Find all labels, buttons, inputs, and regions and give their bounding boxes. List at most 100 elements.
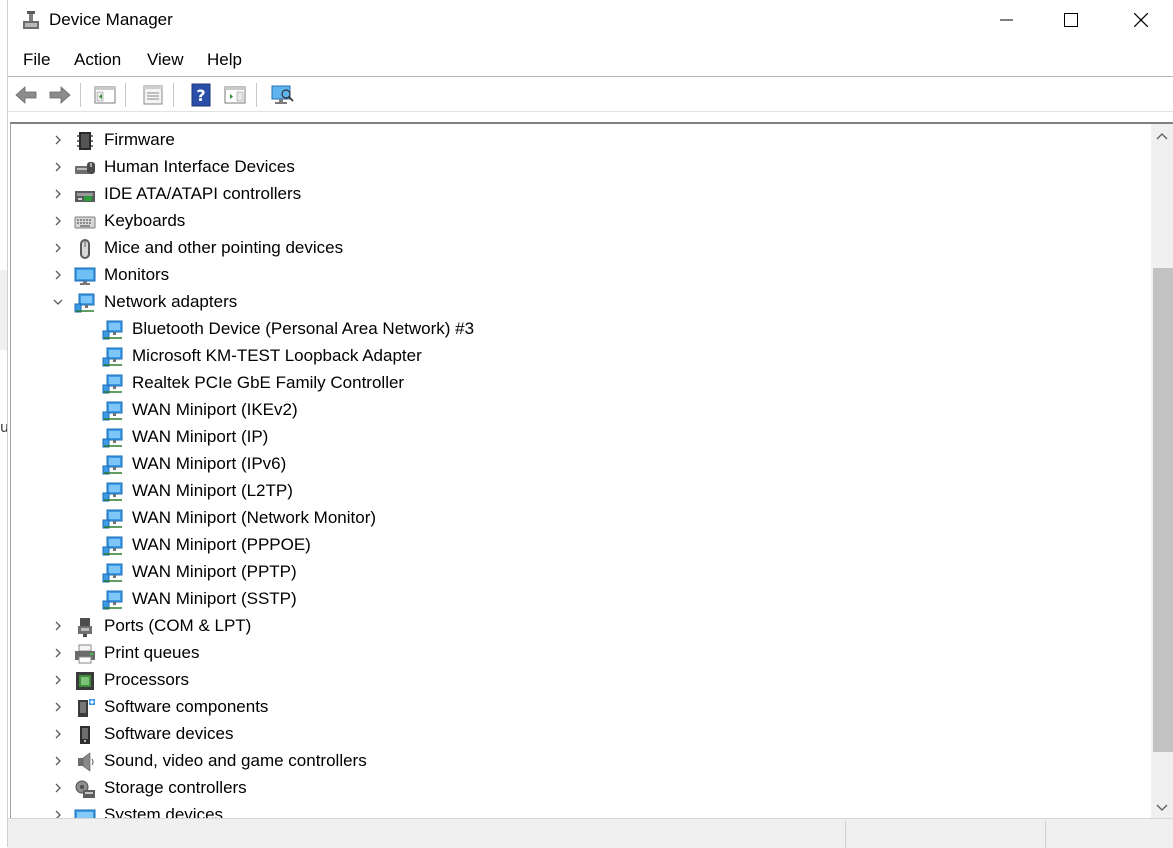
network-adapter-icon <box>102 536 123 556</box>
device-label: Storage controllers <box>104 778 247 797</box>
device-category-row[interactable]: Keyboards <box>11 208 1151 235</box>
device-category-row[interactable]: IDE ATA/ATAPI controllers <box>11 181 1151 208</box>
vertical-scrollbar[interactable] <box>1151 124 1173 820</box>
console-tree-icon <box>94 86 116 104</box>
chevron-right-icon[interactable] <box>53 135 63 145</box>
help-button[interactable]: ? <box>186 80 216 110</box>
device-category-row[interactable]: Print queues <box>11 640 1151 667</box>
device-category-row[interactable]: Processors <box>11 667 1151 694</box>
status-bar <box>8 818 1173 848</box>
chevron-right-icon[interactable] <box>53 162 63 172</box>
keyboard-icon <box>74 216 96 229</box>
mouse-icon <box>80 239 90 259</box>
device-category-row[interactable]: Storage controllers <box>11 775 1151 802</box>
device-category-row[interactable]: Monitors <box>11 262 1151 289</box>
printer-icon <box>75 644 95 664</box>
device-row[interactable]: WAN Miniport (IP) <box>11 424 1151 451</box>
show-hide-console-tree-button[interactable] <box>90 80 120 110</box>
forward-arrow-icon <box>49 86 71 104</box>
minimize-button[interactable] <box>984 0 1030 40</box>
device-label: WAN Miniport (Network Monitor) <box>132 508 377 527</box>
background-window-strip <box>0 270 7 350</box>
device-category-row[interactable]: Mice and other pointing devices <box>11 235 1151 262</box>
device-category-row[interactable]: Ports (COM & LPT) <box>11 613 1151 640</box>
device-row[interactable]: WAN Miniport (IKEv2) <box>11 397 1151 424</box>
device-label: IDE ATA/ATAPI controllers <box>104 184 302 203</box>
device-row[interactable]: WAN Miniport (IPv6) <box>11 451 1151 478</box>
device-label: Bluetooth Device (Personal Area Network)… <box>132 319 475 338</box>
hid-icon <box>75 162 95 174</box>
chevron-right-icon[interactable] <box>53 702 63 712</box>
device-category-row[interactable]: Firmware <box>11 127 1151 154</box>
speaker-icon <box>78 752 94 772</box>
device-row[interactable]: WAN Miniport (PPPOE) <box>11 532 1151 559</box>
chevron-right-icon[interactable] <box>53 243 63 253</box>
toolbar-separator <box>256 83 257 107</box>
device-row[interactable]: WAN Miniport (SSTP) <box>11 586 1151 613</box>
menu-file[interactable]: File <box>23 50 50 70</box>
device-tree[interactable]: Firmware Human Interface Devices IDE ATA/A… <box>10 122 1173 820</box>
network-adapter-icon <box>102 563 123 583</box>
device-label: Software components <box>104 697 269 716</box>
device-label: WAN Miniport (PPTP) <box>132 562 297 581</box>
device-category-row[interactable]: Human Interface Devices <box>11 154 1151 181</box>
chevron-right-icon[interactable] <box>53 270 63 280</box>
scroll-down-button[interactable] <box>1151 796 1173 820</box>
menu-view[interactable]: View <box>147 50 184 70</box>
svg-text:?: ? <box>196 86 205 105</box>
device-category-row[interactable]: Sound, video and game controllers <box>11 748 1151 775</box>
device-label: WAN Miniport (PPPOE) <box>132 535 311 554</box>
show-hide-action-pane-button[interactable] <box>220 80 250 110</box>
back-arrow-icon <box>15 86 37 104</box>
network-adapter-icon <box>102 509 123 529</box>
toolbar-separator <box>80 83 81 107</box>
device-row[interactable]: Bluetooth Device (Personal Area Network)… <box>11 316 1151 343</box>
background-window-edge: u <box>0 0 9 847</box>
device-label: Print queues <box>104 643 200 662</box>
status-bar-separator <box>1045 821 1046 848</box>
chevron-right-icon[interactable] <box>53 729 63 739</box>
back-button[interactable] <box>11 80 41 110</box>
chevron-right-icon[interactable] <box>53 783 63 793</box>
chevron-down-icon[interactable] <box>53 297 63 307</box>
title-bar[interactable]: Device Manager <box>8 0 1173 40</box>
device-manager-app-icon <box>23 11 39 29</box>
menu-action[interactable]: Action <box>74 50 121 70</box>
chevron-right-icon[interactable] <box>53 756 63 766</box>
device-label: Mice and other pointing devices <box>104 238 344 257</box>
device-label: Software devices <box>104 724 234 743</box>
scan-hardware-button[interactable] <box>266 80 296 110</box>
forward-button[interactable] <box>45 80 75 110</box>
close-button[interactable] <box>1118 0 1164 40</box>
maximize-icon <box>1064 13 1078 27</box>
menu-bar: File Action View Help <box>8 44 1173 76</box>
software-component-icon <box>78 699 95 717</box>
chevron-right-icon[interactable] <box>53 216 63 226</box>
chevron-right-icon[interactable] <box>53 621 63 631</box>
chevron-right-icon[interactable] <box>53 189 63 199</box>
network-adapter-icon <box>102 428 123 448</box>
device-row[interactable]: WAN Miniport (Network Monitor) <box>11 505 1151 532</box>
scroll-up-button[interactable] <box>1151 124 1173 148</box>
device-category-row[interactable]: Network adapters <box>11 289 1151 316</box>
maximize-button[interactable] <box>1048 0 1094 40</box>
network-adapter-icon <box>102 455 123 475</box>
device-label: Monitors <box>104 265 170 284</box>
menu-help[interactable]: Help <box>207 50 242 70</box>
network-adapter-icon <box>102 482 123 502</box>
network-adapter-icon <box>102 347 123 367</box>
properties-button[interactable] <box>138 80 168 110</box>
menu-separator <box>8 76 1173 77</box>
chevron-right-icon[interactable] <box>53 648 63 658</box>
device-category-row[interactable]: Software devices <box>11 721 1151 748</box>
chevron-right-icon[interactable] <box>53 675 63 685</box>
close-icon <box>1134 13 1148 27</box>
device-category-row[interactable]: Software components <box>11 694 1151 721</box>
device-row[interactable]: WAN Miniport (L2TP) <box>11 478 1151 505</box>
device-row[interactable]: Microsoft KM-TEST Loopback Adapter <box>11 343 1151 370</box>
device-row[interactable]: WAN Miniport (PPTP) <box>11 559 1151 586</box>
scroll-thumb[interactable] <box>1153 268 1173 752</box>
network-adapter-icon <box>102 590 123 610</box>
device-row[interactable]: Realtek PCIe GbE Family Controller <box>11 370 1151 397</box>
device-label: WAN Miniport (L2TP) <box>132 481 293 500</box>
